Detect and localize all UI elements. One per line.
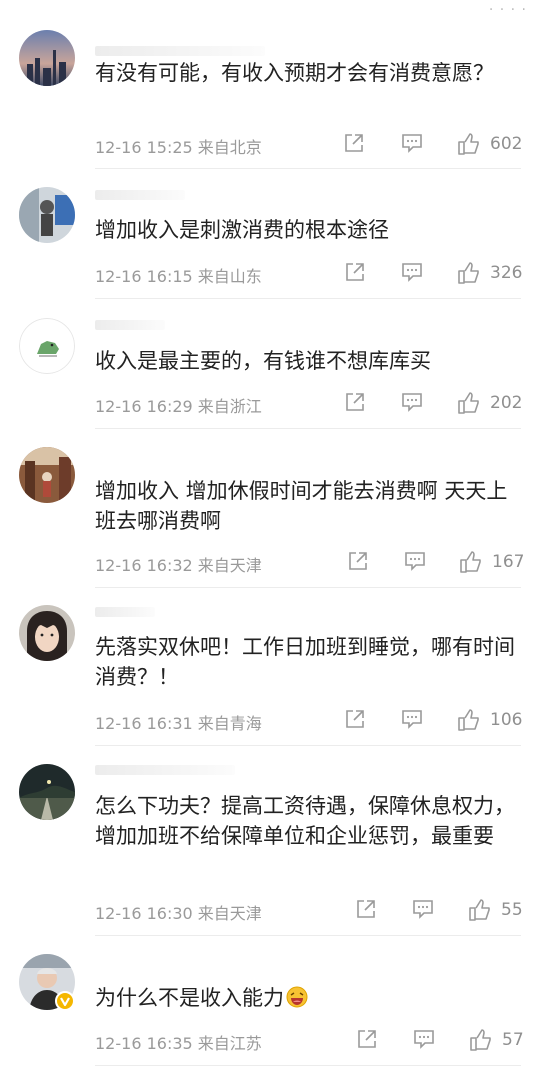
share-icon[interactable] [344,391,366,415]
like-count: 326 [490,263,523,283]
divider [95,298,521,299]
share-icon[interactable] [343,132,365,156]
like-icon[interactable] [457,708,481,732]
like-icon[interactable] [459,550,483,574]
like-count: 106 [490,710,523,730]
comment-meta: 12-16 16:35 来自江苏 57 [95,1028,525,1053]
verified-badge-icon [55,991,75,1011]
divider [95,587,521,588]
username-blurred[interactable] [95,607,155,617]
street-avatar[interactable] [19,447,75,503]
comment-time-location: 12-16 15:25 来自北京 [95,138,262,157]
share-icon[interactable] [344,261,366,285]
share-icon[interactable] [355,898,377,922]
like-icon[interactable] [457,261,481,285]
comment-meta: 12-16 16:15 来自山东 326 [95,261,525,286]
like-icon[interactable] [457,391,481,415]
face-avatar[interactable] [19,605,75,661]
like-icon[interactable] [468,898,492,922]
comment-meta: 12-16 16:32 来自天津 167 [95,550,525,575]
comment-meta: 12-16 16:29 来自浙江 202 [95,391,525,416]
comment-time-location: 12-16 16:30 来自天津 [95,904,262,923]
green-dinosaur-avatar[interactable] [19,318,75,374]
like-count: 57 [502,1030,524,1050]
reply-comment-icon[interactable] [413,1028,435,1052]
reply-comment-icon[interactable] [401,132,423,156]
divider [95,428,521,429]
reply-comment-icon[interactable] [412,898,434,922]
night-road-avatar[interactable] [19,764,75,820]
divider [95,168,521,169]
comment-text: 增加收入 增加休假时间才能去消费啊 天天上班去哪消费啊 [95,479,508,533]
like-count: 55 [501,900,523,920]
like-count: 167 [492,552,525,572]
username-blurred[interactable] [95,190,185,200]
comment-time-location: 12-16 16:31 来自青海 [95,714,262,733]
comment-meta: 12-16 16:30 来自天津 55 [95,898,525,923]
comment-text: 先落实双休吧！工作日加班到睡觉，哪有时间消费？！ [95,635,515,689]
like-count: 202 [490,393,523,413]
laughing-emoji [286,986,308,1008]
share-icon[interactable] [356,1028,378,1052]
comment-time-location: 12-16 16:32 来自天津 [95,556,262,575]
reply-comment-icon[interactable] [401,391,423,415]
comment-time-location: 12-16 16:35 来自江苏 [95,1034,262,1053]
like-icon[interactable] [469,1028,493,1052]
reply-comment-icon[interactable] [401,708,423,732]
comment-text: 增加收入是刺激消费的根本途径 [95,218,389,242]
comment-text: 为什么不是收入能力 [95,983,515,1013]
reply-comment-icon[interactable] [404,550,426,574]
comment-time-location: 12-16 16:15 来自山东 [95,267,262,286]
more-icon[interactable]: · · · · [489,2,527,18]
username-blurred[interactable] [95,46,265,56]
comment-text: 收入是最主要的，有钱谁不想库库买 [95,349,431,373]
figure-avatar[interactable] [19,187,75,243]
share-icon[interactable] [344,708,366,732]
username-blurred[interactable] [95,320,165,330]
username-blurred[interactable] [95,765,235,775]
comment-meta: 12-16 15:25 来自北京 602 [95,132,525,157]
top-overflow-menu[interactable]: · · · · [0,0,541,22]
city-sunset-avatar[interactable] [19,30,75,86]
share-icon[interactable] [347,550,369,574]
reply-comment-icon[interactable] [401,261,423,285]
comment-text: 有没有可能，有收入预期才会有消费意愿？ [95,61,494,85]
divider [95,935,521,936]
divider [95,745,521,746]
comment-text: 怎么下功夫？提高工资待遇，保障休息权力，增加加班不给保障单位和企业惩罚，最重要 [95,794,515,848]
comment-time-location: 12-16 16:29 来自浙江 [95,397,262,416]
like-count: 602 [490,134,523,154]
divider [95,1065,521,1066]
like-icon[interactable] [457,132,481,156]
comment-meta: 12-16 16:31 来自青海 106 [95,708,525,733]
